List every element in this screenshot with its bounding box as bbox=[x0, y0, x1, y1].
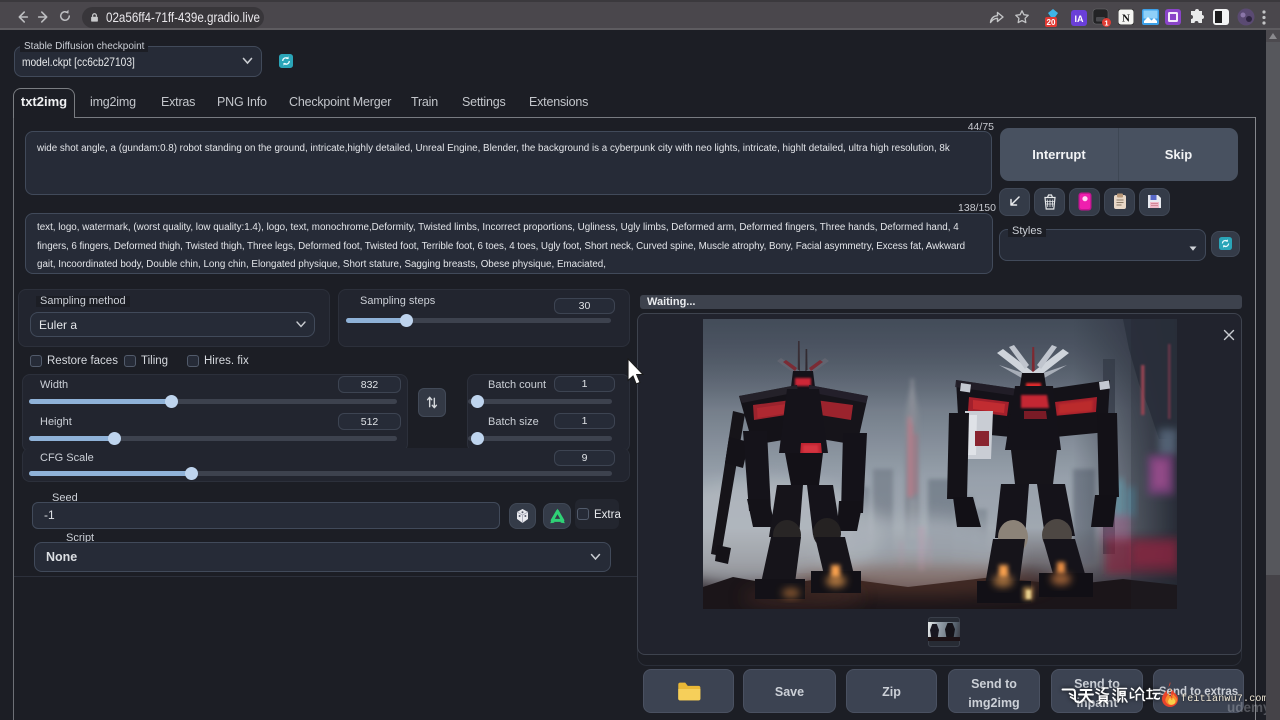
svg-text:N: N bbox=[1122, 13, 1130, 25]
svg-text:IA: IA bbox=[1075, 14, 1085, 24]
svg-text:1: 1 bbox=[1104, 18, 1108, 27]
svg-text:20: 20 bbox=[1047, 18, 1056, 27]
